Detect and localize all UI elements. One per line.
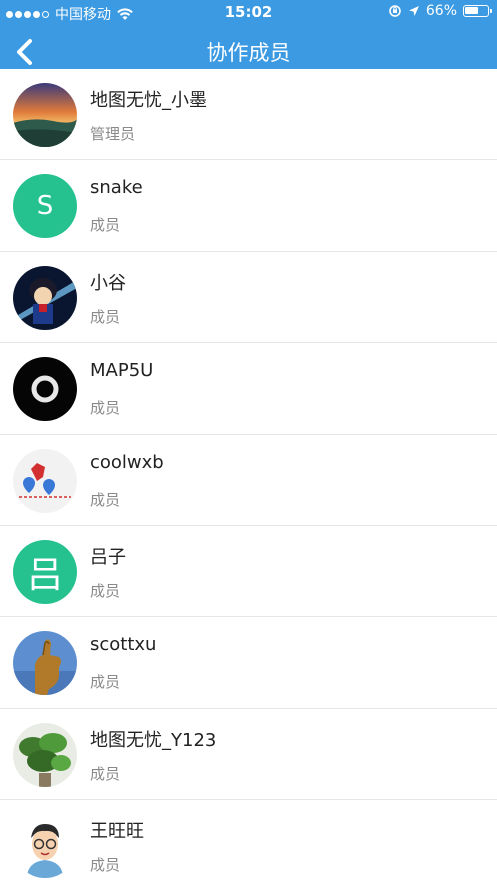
member-name: MAP5U [90, 360, 154, 382]
member-row[interactable]: scottxu 成员 [0, 617, 497, 709]
member-role: 成员 [90, 490, 121, 509]
member-row[interactable]: 吕 吕子 成员 [0, 525, 497, 618]
member-name: coolwxb [90, 451, 164, 473]
member-row[interactable]: 地图无忧_小墨 管理员 [0, 69, 497, 161]
member-role: 成员 [90, 216, 121, 235]
avatar [13, 631, 77, 696]
avatar [13, 83, 77, 147]
avatar [13, 265, 77, 330]
avatar [13, 722, 77, 787]
member-name: 地图无忧_小墨 [90, 90, 207, 111]
status-bar: 中国移动 15:02 66% [0, 0, 497, 26]
member-role: 成员 [90, 581, 121, 600]
location-arrow-icon [408, 6, 419, 16]
member-name: 王旺旺 [90, 821, 144, 843]
member-name: scottxu [90, 634, 157, 656]
status-right: 66% [388, 3, 492, 19]
avatar [13, 448, 77, 513]
avatar [13, 357, 77, 422]
avatar [13, 814, 77, 879]
orientation-lock-icon [389, 5, 401, 17]
member-row[interactable]: S snake 成员 [0, 160, 497, 252]
member-role: 管理员 [90, 125, 136, 143]
member-name: snake [90, 177, 143, 199]
member-role: 成员 [90, 856, 121, 875]
battery-percent: 66% [425, 3, 457, 19]
member-row[interactable]: MAP5U 成员 [0, 343, 497, 435]
member-row[interactable]: 小谷 成员 [0, 251, 497, 344]
member-role: 成员 [90, 307, 121, 326]
member-role: 成员 [90, 764, 121, 783]
member-role: 成员 [90, 399, 121, 418]
avatar: S [13, 174, 77, 239]
member-list: 地图无忧_小墨 管理员 S snake 成员 小谷 成员 MAP5U 成员 co… [0, 69, 497, 883]
avatar: 吕 [13, 539, 77, 604]
member-row[interactable]: coolwxb 成员 [0, 434, 497, 526]
member-row[interactable]: 王旺旺 成员 [0, 800, 497, 883]
battery-icon [463, 5, 492, 17]
member-role: 成员 [90, 673, 121, 692]
page-title: 协作成员 [206, 41, 291, 65]
header: 中国移动 15:02 66% 协作成员 [0, 0, 497, 77]
member-name: 吕子 [90, 546, 126, 568]
member-name: 小谷 [90, 272, 126, 294]
member-row[interactable]: 地图无忧_Y123 成员 [0, 708, 497, 801]
member-name: 地图无忧_Y123 [90, 729, 217, 751]
